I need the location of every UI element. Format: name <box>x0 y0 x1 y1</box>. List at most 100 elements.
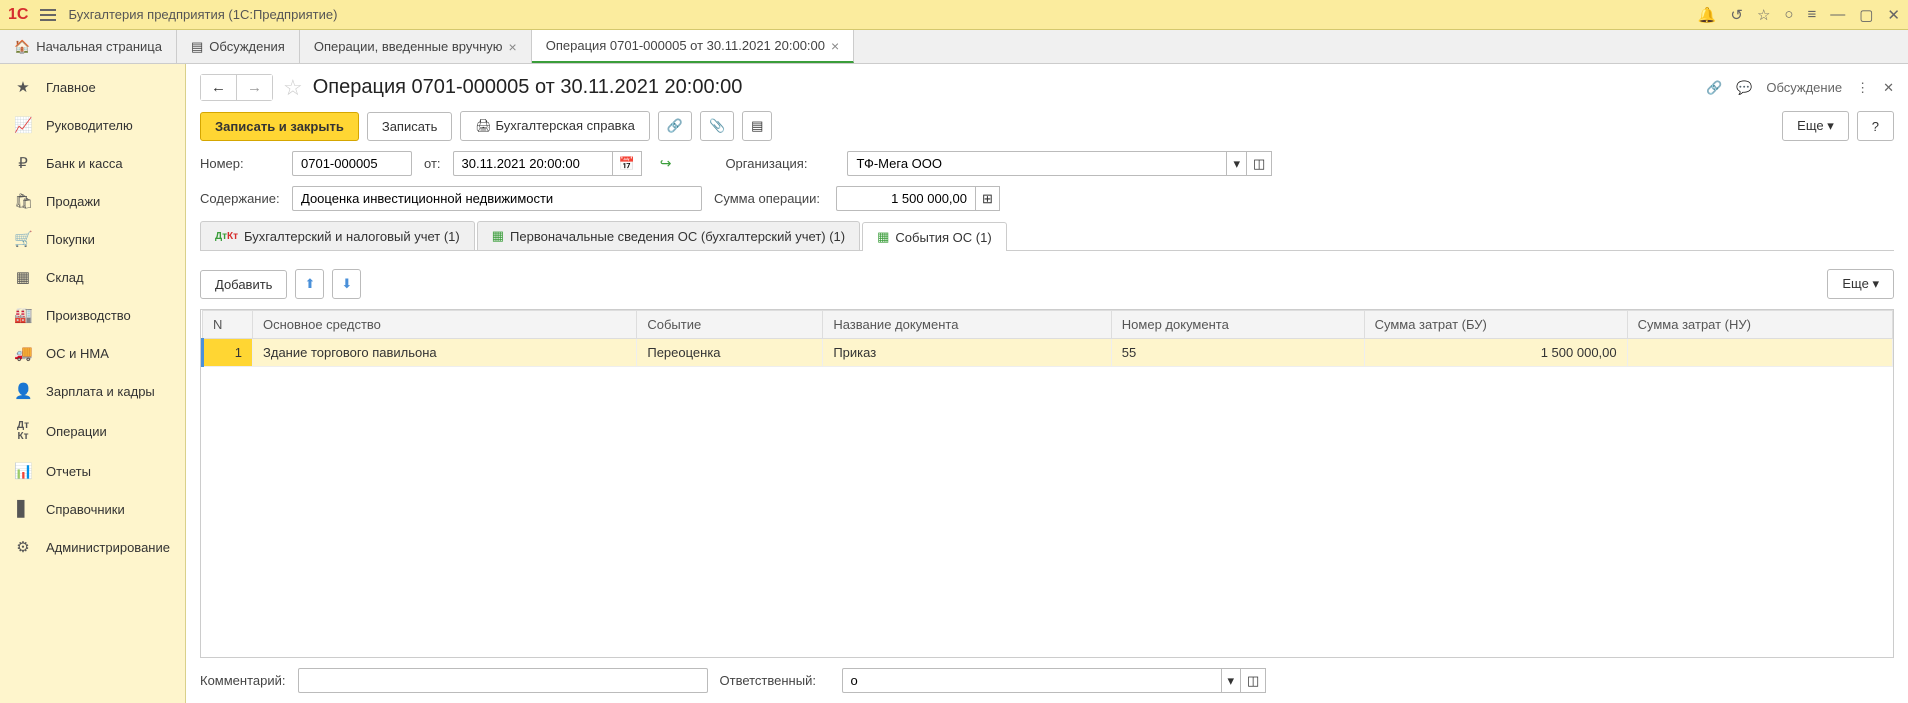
home-icon: 🏠 <box>14 39 30 55</box>
sidebar-item-reports[interactable]: 📊Отчеты <box>0 452 185 490</box>
sidebar-item-catalogs[interactable]: ▋Справочники <box>0 490 185 528</box>
inner-tab-events-os[interactable]: ▦ События ОС (1) <box>862 222 1007 251</box>
attach-button[interactable]: 📎 <box>700 111 734 141</box>
move-up-button[interactable]: ⬆ <box>295 269 324 299</box>
history-icon[interactable]: ↺ <box>1730 6 1743 24</box>
tab-discussions[interactable]: ▤ Обсуждения <box>177 30 300 63</box>
calendar-icon[interactable]: 📅 <box>613 151 642 176</box>
cell-n[interactable]: 1 <box>203 339 253 367</box>
sidebar-label: Справочники <box>46 502 125 517</box>
nav-buttons: ← → <box>200 74 273 101</box>
dropdown-icon[interactable]: ▾ <box>1227 151 1247 176</box>
bag-icon: 🛍 <box>14 192 32 210</box>
kebab-icon[interactable]: ⋮ <box>1856 80 1869 96</box>
cell-doc-num[interactable]: 55 <box>1111 339 1364 367</box>
date-label: от: <box>424 156 441 171</box>
sidebar-item-bank[interactable]: ₽Банк и касса <box>0 144 185 182</box>
resp-input[interactable] <box>842 668 1222 693</box>
list-button[interactable]: ▤ <box>742 111 772 141</box>
sidebar-item-admin[interactable]: ⚙Администрирование <box>0 528 185 566</box>
circle-icon[interactable]: ○ <box>1784 6 1793 23</box>
move-down-button[interactable]: ⬇ <box>332 269 361 299</box>
dropdown-icon[interactable]: ▾ <box>1222 668 1242 693</box>
print-button[interactable]: 🖨 Бухгалтерская справка <box>460 111 649 141</box>
sidebar-item-warehouse[interactable]: ▦ Склад <box>0 258 185 296</box>
save-button[interactable]: Записать <box>367 112 453 141</box>
dtkt-icon: ДтКт <box>14 420 32 442</box>
add-button[interactable]: Добавить <box>200 270 287 299</box>
table-more-button[interactable]: Еще ▾ <box>1827 269 1894 299</box>
sidebar-label: Администрирование <box>46 540 170 555</box>
table-icon: ▦ <box>492 228 504 244</box>
col-sum-nu[interactable]: Сумма затрат (НУ) <box>1627 311 1892 339</box>
sidebar-item-manager[interactable]: 📈Руководителю <box>0 106 185 144</box>
sidebar-item-purchases[interactable]: 🛒Покупки <box>0 220 185 258</box>
nav-forward-button[interactable]: → <box>237 75 272 100</box>
bell-icon[interactable]: 🔔 <box>1698 6 1717 24</box>
sidebar-label: ОС и НМА <box>46 346 109 361</box>
lines-icon[interactable]: ≡ <box>1807 6 1816 23</box>
comment-label: Комментарий: <box>200 673 286 688</box>
help-button[interactable]: ? <box>1857 111 1894 141</box>
tab-operation-detail[interactable]: Операция 0701-000005 от 30.11.2021 20:00… <box>532 30 854 63</box>
cell-event[interactable]: Переоценка <box>637 339 823 367</box>
cell-sum-bu[interactable]: 1 500 000,00 <box>1364 339 1627 367</box>
dtkt-icon: ДтКт <box>215 231 238 242</box>
more-label: Еще <box>1842 276 1868 291</box>
sidebar-item-operations[interactable]: ДтКтОперации <box>0 410 185 452</box>
col-asset[interactable]: Основное средство <box>253 311 637 339</box>
sidebar-item-assets[interactable]: 🚚ОС и НМА <box>0 334 185 372</box>
table-row[interactable]: 1 Здание торгового павильона Переоценка … <box>203 339 1893 367</box>
calc-icon[interactable]: ⊞ <box>976 186 1000 211</box>
inner-tab-accounting[interactable]: ДтКт Бухгалтерский и налоговый учет (1) <box>200 221 475 250</box>
save-close-button[interactable]: Записать и закрыть <box>200 112 359 141</box>
sidebar: ★Главное 📈Руководителю ₽Банк и касса 🛍Пр… <box>0 64 186 703</box>
discuss-label[interactable]: Обсуждение <box>1766 80 1842 95</box>
content-input[interactable] <box>292 186 702 211</box>
warehouse-icon: ▦ <box>14 268 32 286</box>
sum-input[interactable] <box>836 186 976 211</box>
inner-tab-label: События ОС (1) <box>895 230 991 245</box>
comment-input[interactable] <box>298 668 708 693</box>
cell-doc-name[interactable]: Приказ <box>823 339 1111 367</box>
col-doc-num[interactable]: Номер документа <box>1111 311 1364 339</box>
more-button[interactable]: Еще ▾ <box>1782 111 1849 141</box>
tab-home[interactable]: 🏠 Начальная страница <box>0 30 177 63</box>
date-input[interactable] <box>453 151 613 176</box>
sidebar-item-sales[interactable]: 🛍Продажи <box>0 182 185 220</box>
relay-icon[interactable]: ↪ <box>660 155 672 172</box>
favorite-star-icon[interactable]: ☆ <box>283 75 303 101</box>
sidebar-item-main[interactable]: ★Главное <box>0 68 185 106</box>
close-panel-icon[interactable]: ✕ <box>1883 80 1894 96</box>
maximize-icon[interactable]: ▢ <box>1859 6 1873 24</box>
close-icon[interactable]: ✕ <box>1887 6 1900 24</box>
discuss-icon[interactable]: 💬 <box>1736 80 1752 96</box>
minimize-icon[interactable]: — <box>1830 6 1845 23</box>
sidebar-item-production[interactable]: 🏭Производство <box>0 296 185 334</box>
tab-close-icon[interactable]: × <box>509 39 517 55</box>
number-input[interactable] <box>292 151 412 176</box>
hamburger-icon[interactable] <box>40 7 56 23</box>
col-n[interactable]: N <box>203 311 253 339</box>
col-doc-name[interactable]: Название документа <box>823 311 1111 339</box>
col-sum-bu[interactable]: Сумма затрат (БУ) <box>1364 311 1627 339</box>
link-icon[interactable]: 🔗 <box>1706 80 1722 96</box>
open-icon[interactable]: ◫ <box>1247 151 1272 176</box>
links-button[interactable]: 🔗 <box>658 111 692 141</box>
sidebar-label: Склад <box>46 270 84 285</box>
inner-tab-initial-os[interactable]: ▦ Первоначальные сведения ОС (бухгалтерс… <box>477 221 860 250</box>
open-icon[interactable]: ◫ <box>1241 668 1266 693</box>
tab-label: Обсуждения <box>209 39 285 54</box>
cell-sum-nu[interactable] <box>1627 339 1892 367</box>
cell-asset[interactable]: Здание торгового павильона <box>253 339 637 367</box>
tab-operations-list[interactable]: Операции, введенные вручную × <box>300 30 532 63</box>
col-event[interactable]: Событие <box>637 311 823 339</box>
star-icon[interactable]: ☆ <box>1757 6 1770 24</box>
org-input[interactable] <box>847 151 1227 176</box>
sidebar-item-hr[interactable]: 👤Зарплата и кадры <box>0 372 185 410</box>
nav-back-button[interactable]: ← <box>201 75 237 100</box>
tab-label: Операции, введенные вручную <box>314 39 503 54</box>
table-header-row: N Основное средство Событие Название док… <box>203 311 1893 339</box>
tab-close-icon[interactable]: × <box>831 38 839 54</box>
star-icon: ★ <box>14 78 32 96</box>
